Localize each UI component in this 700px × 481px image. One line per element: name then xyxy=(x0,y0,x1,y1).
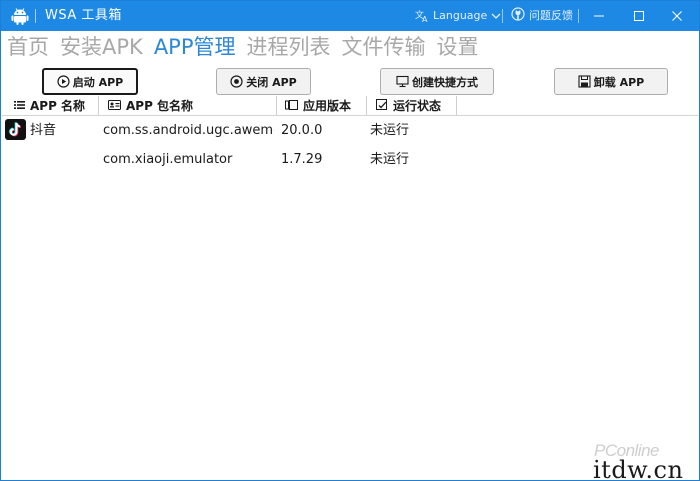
id-card-icon xyxy=(108,96,121,116)
minimize-button[interactable] xyxy=(583,1,615,31)
column-header-version-label: 应用版本 xyxy=(303,99,352,113)
cell-app-name xyxy=(30,146,96,174)
column-divider[interactable] xyxy=(276,96,277,116)
title-divider xyxy=(35,9,36,23)
tab-install-apk[interactable]: 安装APK xyxy=(60,33,143,61)
play-icon xyxy=(57,75,70,88)
status-icon xyxy=(376,96,388,116)
maximize-button[interactable] xyxy=(623,1,655,31)
close-app-button[interactable]: 关闭 APP xyxy=(216,68,311,95)
app-window: WSA 工具箱 文 A Language 问题反馈 首页 安装APK APP管理… xyxy=(0,0,700,481)
launch-app-label: 启动 APP xyxy=(72,75,124,89)
save-icon xyxy=(578,75,591,88)
maximize-icon xyxy=(633,7,645,26)
column-header-package-label: APP 包名称 xyxy=(126,99,194,113)
android-icon xyxy=(11,7,29,25)
tiktok-icon xyxy=(5,119,26,140)
list-icon xyxy=(14,96,25,116)
create-shortcut-label: 创建快捷方式 xyxy=(412,75,478,89)
column-divider[interactable] xyxy=(366,96,367,116)
close-window-button[interactable] xyxy=(661,1,693,31)
svg-text:A: A xyxy=(422,15,428,23)
cell-status: 未运行 xyxy=(370,123,410,138)
language-label: Language xyxy=(433,9,488,22)
language-selector[interactable]: 文 A Language xyxy=(415,8,501,24)
create-shortcut-button[interactable]: 创建快捷方式 xyxy=(380,68,494,95)
title-bar: WSA 工具箱 文 A Language 问题反馈 xyxy=(1,1,699,31)
tab-process-list[interactable]: 进程列表 xyxy=(247,33,331,61)
tab-home[interactable]: 首页 xyxy=(7,33,49,61)
app-table-header: APP 名称 APP 包名称 应用版本 运行状态 xyxy=(2,96,698,116)
main-nav: 首页 安装APK APP管理 进程列表 文件传输 设置 xyxy=(7,33,490,61)
table-row[interactable]: 抖音 com.ss.android.ugc.aweme 20.0.0 未运行 xyxy=(2,117,698,145)
title-divider xyxy=(578,9,579,23)
column-header-status-label: 运行状态 xyxy=(393,99,442,113)
close-app-label: 关闭 APP xyxy=(246,75,297,89)
cell-package-name: com.ss.android.ugc.aweme xyxy=(103,123,274,138)
feedback-label: 问题反馈 xyxy=(529,9,573,22)
uninstall-app-button[interactable]: 卸载 APP xyxy=(554,68,668,95)
translate-icon: 文 A xyxy=(415,9,429,23)
column-header-name-label: APP 名称 xyxy=(30,99,86,113)
uninstall-app-label: 卸载 APP xyxy=(593,75,645,89)
title-divider xyxy=(502,9,503,23)
cell-status: 未运行 xyxy=(370,152,410,167)
close-icon xyxy=(671,7,683,26)
watermark-site: itdw.cn xyxy=(593,456,684,481)
tab-file-transfer[interactable]: 文件传输 xyxy=(342,33,426,61)
cell-app-name: 抖音 xyxy=(30,123,57,138)
minimize-icon xyxy=(593,7,605,26)
window-title: WSA 工具箱 xyxy=(45,8,122,23)
column-divider[interactable] xyxy=(456,96,457,116)
column-header-package[interactable]: APP 包名称 xyxy=(106,96,193,116)
column-header-version[interactable]: 应用版本 xyxy=(283,96,351,116)
stop-icon xyxy=(230,75,243,88)
github-icon xyxy=(511,6,525,26)
version-icon xyxy=(285,96,298,116)
tab-app-management[interactable]: APP管理 xyxy=(154,33,236,61)
feedback-link[interactable]: 问题反馈 xyxy=(511,6,573,26)
cell-version: 1.7.29 xyxy=(281,152,323,167)
column-header-name[interactable]: APP 名称 xyxy=(12,96,85,116)
table-row[interactable]: com.xiaoji.emulator 1.7.29 未运行 xyxy=(2,146,698,174)
cell-version: 20.0.0 xyxy=(281,123,323,138)
column-header-status[interactable]: 运行状态 xyxy=(374,96,441,116)
launch-app-button[interactable]: 启动 APP xyxy=(42,68,138,95)
monitor-icon xyxy=(396,75,409,88)
column-divider[interactable] xyxy=(98,96,99,116)
chevron-down-icon xyxy=(491,12,501,20)
cell-package-name: com.xiaoji.emulator xyxy=(103,152,233,167)
tab-settings[interactable]: 设置 xyxy=(437,33,479,61)
